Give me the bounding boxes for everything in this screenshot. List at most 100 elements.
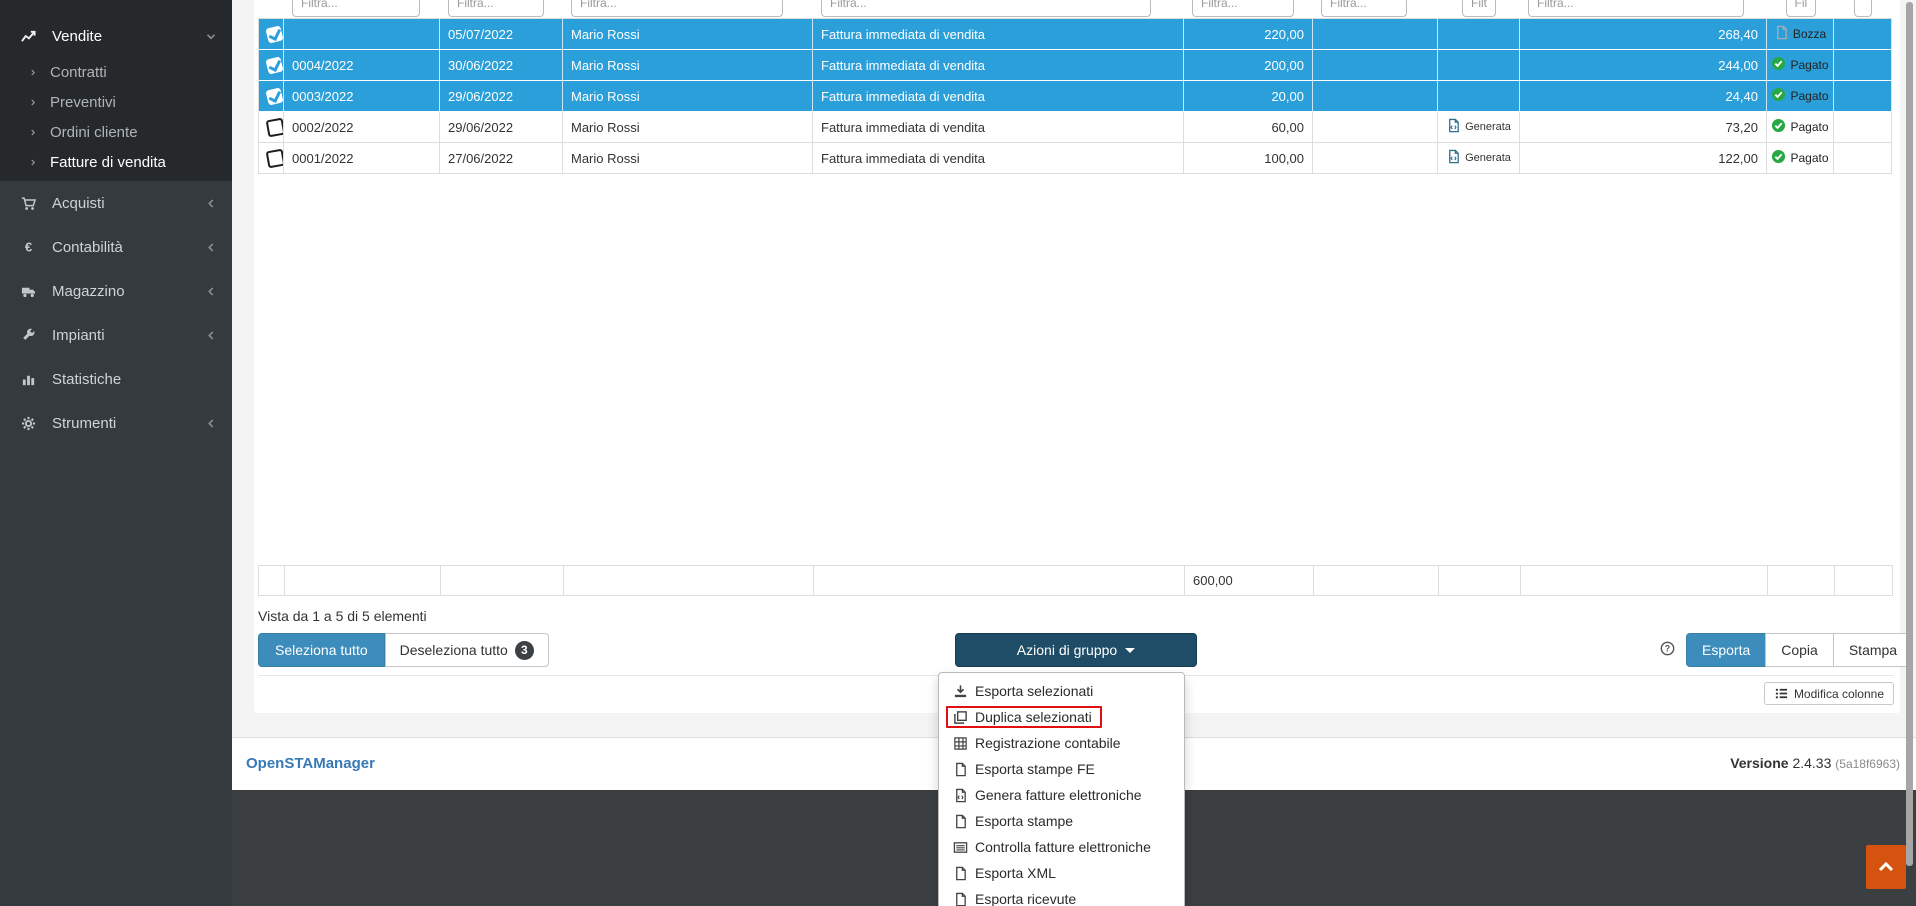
print-button[interactable]: Stampa [1833,633,1913,667]
invoice-client: Mario Rossi [563,81,813,112]
sidebar-item-preventivi[interactable]: Preventivi [0,87,232,117]
check-circle-icon [1771,118,1786,136]
table-row: 0004/2022 30/06/2022 Mario Rossi Fattura… [258,50,1892,81]
grid-icon [953,736,968,751]
row-checkbox[interactable] [265,25,283,43]
filter-input-9[interactable] [1786,0,1816,17]
sidebar-item-label: Contratti [50,64,107,81]
sidebar-item-label: Ordini cliente [50,124,138,141]
invoice-amount: 200,00 [1184,50,1313,81]
invoice-extra [1313,112,1438,143]
chevron-right-icon [28,155,38,170]
group-actions-button[interactable]: Azioni di gruppo [955,633,1197,667]
row-checkbox[interactable] [265,87,283,105]
filter-input-1[interactable] [292,0,420,17]
sidebar-item-magazzino[interactable]: Magazzino [0,269,232,313]
check-circle-icon [1771,56,1786,74]
invoice-client: Mario Rossi [563,143,813,174]
filter-input-3[interactable] [571,0,783,17]
menu-item-esporta-stampe[interactable]: Esporta stampe [939,808,1184,834]
row-checkbox[interactable] [266,148,284,168]
deselect-all-button[interactable]: Deseleziona tutto 3 [385,633,549,667]
file-icon [953,866,968,881]
filter-input-10[interactable] [1854,0,1872,17]
status-badge: Pagato [1790,120,1828,134]
menu-item-registrazione-contabile[interactable]: Registrazione contabile [939,730,1184,756]
sidebar-item-impianti[interactable]: Impianti [0,313,232,357]
file-code-icon [1446,149,1461,167]
scroll-to-top-button[interactable] [1866,845,1906,889]
menu-item-esporta-selezionati[interactable]: Esporta selezionati [939,678,1184,704]
menu-item-controlla-fatture-elettroniche[interactable]: Controlla fatture elettroniche [939,834,1184,860]
chevron-left-icon [204,328,218,343]
sidebar-submenu: Contratti Preventivi Ordini cliente Fatt… [0,57,232,177]
invoice-actions [1834,112,1892,143]
menu-item-esporta-stampe-fe[interactable]: Esporta stampe FE [939,756,1184,782]
euro-icon: € [18,239,38,255]
chevron-right-icon [28,125,38,140]
sidebar-item-contratti[interactable]: Contratti [0,57,232,87]
file-code-icon [953,788,968,803]
invoice-actions [1834,18,1892,50]
menu-item-esporta-ricevute[interactable]: Esporta ricevute [939,886,1184,906]
invoice-actions [1834,50,1892,81]
sidebar-item-label: Fatture di vendita [50,154,166,171]
row-checkbox[interactable] [266,117,284,137]
invoice-extra [1313,81,1438,112]
help-icon[interactable]: ? [1660,641,1677,658]
select-all-button[interactable]: Seleziona tutto [258,633,385,667]
invoice-fe-status: Generata [1438,112,1520,143]
chevron-left-icon [204,284,218,299]
copy-button[interactable]: Copia [1765,633,1834,667]
sidebar-item-vendite[interactable]: Vendite [0,20,232,52]
totals-row-wrap: 600,00 [258,565,1893,596]
export-button[interactable]: Esporta [1686,633,1766,667]
filter-input-4[interactable] [821,0,1151,17]
file-icon [953,762,968,777]
app-root: Vendite Contratti Preventivi Ordini clie… [0,0,1916,906]
totals-amount: 600,00 [1185,566,1314,596]
menu-item-duplica-selezionati[interactable]: Duplica selezionati [939,704,1184,730]
version-info: Versione 2.4.33 (5a18f6963) [1730,755,1900,771]
sidebar-item-strumenti[interactable]: Strumenti [0,401,232,445]
sidebar-item-contabilita[interactable]: € Contabilità [0,225,232,269]
chart-bar-icon [18,371,38,387]
brand-link[interactable]: OpenSTAManager [246,755,375,772]
filter-input-6[interactable] [1321,0,1407,17]
menu-item-label: Esporta XML [975,865,1056,881]
sidebar-menu: Vendite Contratti Preventivi Ordini clie… [0,0,232,445]
fe-status-label: Generata [1465,121,1511,133]
row-checkbox[interactable] [265,56,283,74]
filter-input-8[interactable] [1528,0,1744,17]
invoice-total: 268,40 [1520,18,1767,50]
invoice-number: 0003/2022 [284,81,440,112]
menu-item-label: Esporta stampe [975,813,1073,829]
status-badge: Pagato [1790,89,1828,103]
download-icon [953,684,968,699]
deselect-all-label: Deseleziona tutto [400,642,508,658]
sidebar-item-fatture-di-vendita[interactable]: Fatture di vendita [0,147,232,177]
invoice-date: 30/06/2022 [440,50,563,81]
table-info: Vista da 1 a 5 di 5 elementi [258,608,427,624]
sidebar-item-acquisti[interactable]: Acquisti [0,181,232,225]
edit-columns-button[interactable]: Modifica colonne [1764,682,1894,705]
sidebar-item-ordini-cliente[interactable]: Ordini cliente [0,117,232,147]
filter-input-5[interactable] [1192,0,1294,17]
table-row: 05/07/2022 Mario Rossi Fattura immediata… [258,18,1892,50]
sidebar-item-statistiche[interactable]: Statistiche [0,357,232,401]
file-icon [953,814,968,829]
invoice-date: 29/06/2022 [440,112,563,143]
menu-item-esporta-xml[interactable]: Esporta XML [939,860,1184,886]
invoice-extra [1313,18,1438,50]
invoice-amount: 60,00 [1184,112,1313,143]
filter-input-2[interactable] [448,0,544,17]
file-code-icon [1446,118,1461,136]
caret-down-icon [1125,648,1135,653]
filter-input-7[interactable] [1462,0,1496,17]
menu-item-label: Registrazione contabile [975,735,1121,751]
list-icon [953,840,968,855]
invoice-number: 0001/2022 [284,143,440,174]
cart-icon [18,195,38,211]
vertical-scrollbar[interactable] [1906,2,1913,866]
menu-item-genera-fatture-elettroniche[interactable]: Genera fatture elettroniche [939,782,1184,808]
